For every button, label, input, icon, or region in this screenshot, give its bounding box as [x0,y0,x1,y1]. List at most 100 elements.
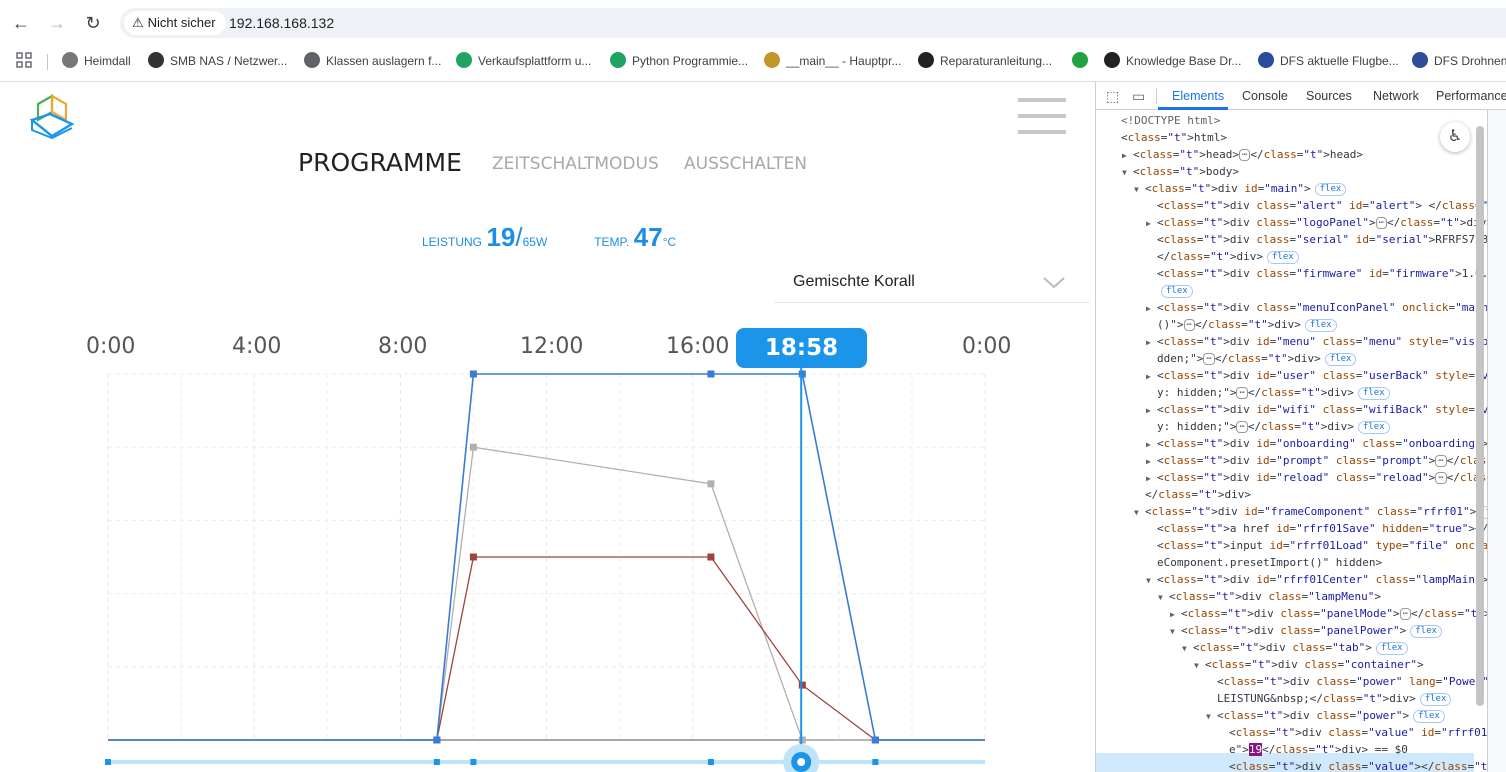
security-chip[interactable]: ⚠ Nicht sicher [124,11,226,35]
flex-badge[interactable]: flex [1357,387,1390,400]
dom-node-line[interactable]: ▶ <class="t">div id="reload" class="reloa… [1146,469,1506,486]
bookmark-item[interactable]: Klassen auslagern f... [304,49,441,73]
devtools-tab-elements[interactable]: Elements [1172,82,1224,110]
collapsed-ellipsis-icon[interactable]: ⋯ [1203,353,1215,365]
collapsed-ellipsis-icon[interactable]: ⋯ [1183,319,1195,331]
address-bar[interactable]: ⚠ Nicht sicher 192.168.168.132 [120,8,1506,38]
accessibility-icon[interactable]: ♿ [1440,122,1470,152]
dom-node-line[interactable]: ▶ <class="t">div id="wifi" class="wifiBac… [1146,401,1506,418]
flex-badge[interactable]: flex [1267,251,1299,264]
device-toolbar-icon[interactable]: ▭ [1132,88,1148,104]
dom-node-line[interactable]: ▶ <class="t">div class="logoPanel"> ⋯ </cla… [1146,214,1506,231]
collapsed-ellipsis-icon[interactable]: ⋯ [1435,472,1447,484]
flex-badge[interactable]: flex [1324,353,1357,366]
devtools-tab-network[interactable]: Network [1373,82,1419,110]
back-arrow-icon[interactable]: ← [9,11,33,35]
collapsed-ellipsis-icon[interactable]: ⋯ [1236,387,1248,399]
bookmark-item[interactable]: Reparaturanleitung... [918,49,1052,73]
flex-badge[interactable]: flex [1161,285,1193,298]
dom-node-line[interactable]: <class="t">html> [1110,129,1227,146]
apps-grid-icon[interactable] [16,49,32,73]
dom-node-line[interactable]: eComponent.presetImport()" hidden> [1146,554,1382,571]
collapsed-ellipsis-icon[interactable]: ⋯ [1375,217,1388,229]
dom-node-line[interactable]: y: hidden;"> ⋯ </class="t">div> flex [1146,384,1390,401]
bookmark-item[interactable]: Verkaufsplattform u... [456,49,591,73]
dom-node-line[interactable]: <class="t">input id="rfrf01Load" type="f… [1146,537,1506,554]
dom-node-line[interactable]: <class="t">div class="value"></class="t"… [1218,758,1506,772]
tab-zeitschaltmodus[interactable]: ZEITSCHALTMODUS [492,154,659,174]
dom-node-line[interactable]: ()"> ⋯ </class="t">div> flex [1146,316,1337,333]
dom-node-line[interactable]: ▶ <class="t">div class="menuIconPanel" on… [1146,299,1506,316]
flex-badge[interactable]: flex [1410,625,1442,638]
flex-badge[interactable]: flex [1419,693,1452,706]
flex-badge[interactable]: flex [1357,421,1390,434]
dom-node-line[interactable]: <!DOCTYPE html> [1110,112,1220,129]
dom-node-line[interactable]: ▼ <class="t">div class="panelPower"> flex [1170,622,1442,639]
dom-node-line[interactable]: <class="t">div class="firmware" id="firm… [1146,265,1506,282]
dom-node-line[interactable]: ▼ <class="t">body> [1122,163,1239,180]
collapsed-ellipsis-icon[interactable]: ⋯ [1236,421,1248,433]
devtools-panel: ⬚ ▭ Elements Console Sources Network Perform… [1095,82,1506,772]
devtools-tab-performance[interactable]: Performance [1436,82,1506,110]
reload-icon[interactable]: ↻ [81,11,105,35]
bookmark-item[interactable]: Python Programmie... [610,49,748,73]
flex-badge[interactable]: flex [1314,183,1347,196]
dom-node-line[interactable]: ▼ <class="t">div id="rfrf01Center" class=… [1146,571,1488,588]
dom-tree-scrollbar[interactable] [1476,126,1484,706]
dom-tree[interactable]: <!DOCTYPE html> <class="t">html> ▶ <class="… [1096,110,1506,772]
collapsed-ellipsis-icon[interactable]: ⋯ [1435,455,1447,467]
dom-node-line[interactable]: </class="t">div> flex [1146,248,1299,265]
dom-node-line[interactable]: ▶ <class="t">div id="onboarding" class="o… [1146,435,1506,452]
dom-node-line[interactable]: <class="t">div class="power" lang="Power… [1206,673,1495,690]
bookmark-item[interactable]: Heimdall [62,49,131,73]
dom-node-line[interactable]: ▼ <class="t">div class="power"> flex [1206,707,1445,724]
dom-node-line[interactable]: ▼ <class="t">div id="frameComponent" clas… [1134,503,1506,520]
bookmark-item[interactable] [1072,49,1094,73]
url-text[interactable]: 192.168.168.132 [229,8,334,38]
heimdall-icon [62,52,78,68]
series-point [707,480,715,488]
flex-badge[interactable]: flex [1413,710,1445,723]
devtools-tab-sources[interactable]: Sources [1306,82,1352,110]
hamburger-menu-icon[interactable] [1018,98,1066,134]
bookmark-item[interactable]: __main__ - Hauptpr... [764,49,901,73]
dom-node-line[interactable]: ▶ <class="t">div id="prompt" class="promp… [1146,452,1506,469]
dom-node-line[interactable]: ▼ <class="t">div id="main"> flex [1134,180,1347,197]
dom-node-line[interactable]: ▼ <class="t">div class="tab"> flex [1182,639,1408,656]
tab-ausschalten[interactable]: AUSSCHALTEN [684,154,807,174]
collapsed-ellipsis-icon[interactable]: ⋯ [1399,608,1412,620]
warning-triangle-icon: ⚠ [132,15,144,30]
dom-node-line[interactable]: ▼ <class="t">div class="container"> [1194,656,1424,673]
dom-node-line[interactable]: y: hidden;"> ⋯ </class="t">div> flex [1146,418,1390,435]
dom-node-line[interactable]: ▶ <class="t">head> ⋯ </class="t">head> [1122,146,1363,163]
schedule-chart[interactable] [0,362,1095,772]
devtools-tab-console[interactable]: Console [1242,82,1288,110]
dom-node-line[interactable]: e">19</class="t">div> == $0 [1218,741,1408,758]
dom-node-line[interactable]: ▶ <class="t">div class="panelMode"> ⋯ </cla… [1170,605,1506,622]
collapsed-ellipsis-icon[interactable]: ⋯ [1239,149,1251,161]
dom-node-line[interactable]: <class="t">div class="value" id="rfrf01P… [1218,724,1506,741]
bookmark-item[interactable]: DFS aktuelle Flugbe... [1258,49,1399,73]
styles-pane-edge[interactable] [1487,110,1506,772]
tab-programme[interactable]: PROGRAMME [298,148,462,177]
bookmark-item[interactable]: DFS Drohnen [1412,49,1506,73]
dom-node-text: eComponent.presetImport()" hidden> [1157,556,1383,569]
flex-badge[interactable]: flex [1304,319,1337,332]
bookmark-item[interactable]: Knowledge Base Dr... [1104,49,1241,73]
dom-node-line[interactable]: <class="t">a href id="rfrf01Save" hidden… [1146,520,1506,537]
dom-node-line[interactable]: </class="t">div> [1134,486,1251,503]
dom-node-line[interactable]: ▶ <class="t">div id="user" class="userBac… [1146,367,1506,384]
inspect-element-icon[interactable]: ⬚ [1106,88,1122,104]
dom-node-line[interactable]: flex [1146,282,1193,299]
dom-node-line[interactable]: LEISTUNG&nbsp;</class="t">div> flex [1206,690,1452,707]
dom-node-line[interactable]: <class="t">div class="alert" id="alert">… [1146,197,1506,214]
preset-select[interactable]: Gemischte Korall [774,265,1090,303]
dom-node-line[interactable]: ▶ <class="t">div id="menu" class="menu" s… [1146,333,1506,350]
dom-node-line[interactable]: <class="t">div class="serial" id="serial… [1146,231,1506,248]
dom-node-text: <class="t">div [1157,267,1250,280]
forward-arrow-icon[interactable]: → [45,11,69,35]
dom-node-line[interactable]: ▼ <class="t">div class="lampMenu"> [1158,588,1381,605]
flex-badge[interactable]: flex [1375,642,1408,655]
dom-node-line[interactable]: dden;"> ⋯ </class="t">div> flex [1146,350,1357,367]
bookmark-item[interactable]: SMB NAS / Netzwer... [148,49,287,73]
